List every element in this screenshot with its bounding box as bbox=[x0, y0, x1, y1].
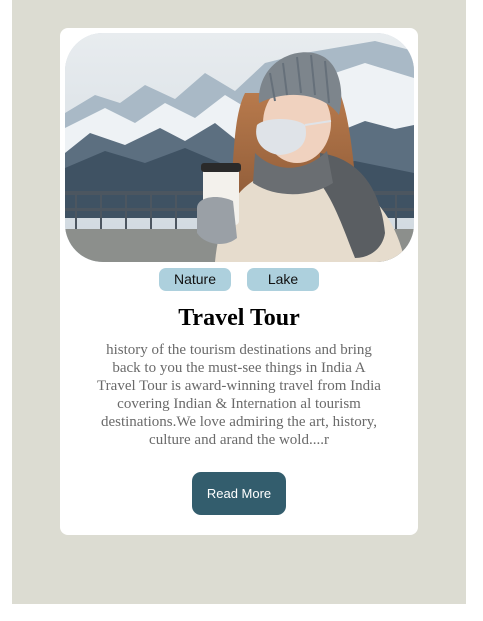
travel-card: Nature Lake Travel Tour history of the t… bbox=[60, 28, 418, 535]
tag-lake[interactable]: Lake bbox=[247, 268, 319, 291]
read-more-button[interactable]: Read More bbox=[192, 472, 286, 515]
tag-nature[interactable]: Nature bbox=[159, 268, 231, 291]
card-photo bbox=[65, 33, 414, 262]
card-title: Travel Tour bbox=[178, 305, 300, 331]
tag-list: Nature Lake bbox=[60, 268, 418, 291]
card-description: history of the tourism destinations and … bbox=[97, 342, 381, 448]
